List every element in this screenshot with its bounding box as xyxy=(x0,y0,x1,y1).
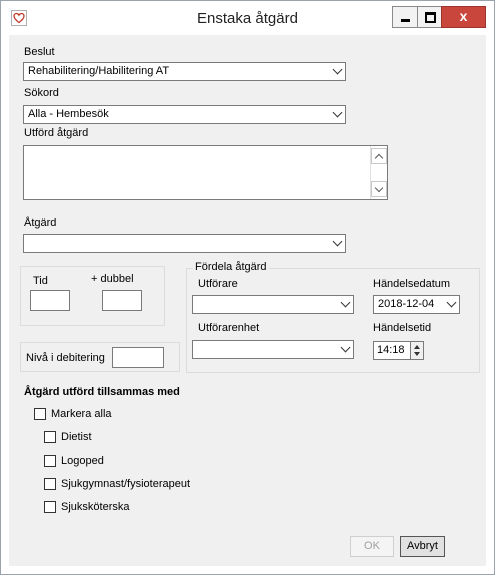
utford-atgard-label: Utförd åtgärd xyxy=(24,127,89,139)
niva-debitering-input[interactable] xyxy=(112,347,164,368)
dialog-window: Enstaka åtgärd x Beslut Rehabilitering/H… xyxy=(0,0,495,575)
utforare-select[interactable] xyxy=(192,295,354,314)
utforarenhet-select[interactable] xyxy=(192,340,354,359)
chevron-down-icon xyxy=(332,236,343,247)
beslut-label: Beslut xyxy=(24,46,55,58)
utforarenhet-label: Utförarenhet xyxy=(198,322,260,334)
handelsedatum-label: Händelsedatum xyxy=(373,278,451,290)
spin-up-icon xyxy=(414,345,420,349)
scroll-up-button[interactable] xyxy=(371,148,387,164)
chevron-down-icon xyxy=(446,297,457,308)
fordela-group-label: Fördela åtgärd xyxy=(193,261,269,273)
atgard-label: Åtgärd xyxy=(24,217,57,229)
handelsedatum-value: 2018-12-04 xyxy=(378,298,435,310)
close-icon: x xyxy=(459,8,468,24)
logoped-checkbox[interactable] xyxy=(44,455,56,467)
sjukgymnast-label: Sjukgymnast/fysioterapeut xyxy=(61,478,191,490)
mark-all-checkbox[interactable] xyxy=(34,408,46,420)
chevron-down-icon xyxy=(340,297,351,308)
utford-atgard-textarea[interactable] xyxy=(23,145,388,200)
minimize-button[interactable] xyxy=(392,6,419,28)
tid-input[interactable] xyxy=(30,290,70,311)
mark-all-label: Markera alla xyxy=(51,408,112,420)
beslut-select[interactable]: Rehabilitering/Habilitering AT xyxy=(23,62,346,81)
textarea-scrollbar[interactable] xyxy=(370,146,387,199)
tid-label: Tid xyxy=(33,275,48,287)
atgard-select[interactable] xyxy=(23,234,346,253)
handelsetid-spinner[interactable] xyxy=(410,341,424,360)
logoped-label: Logoped xyxy=(61,455,104,467)
together-heading: Åtgärd utförd tillsammas med xyxy=(24,386,180,398)
dietist-label: Dietist xyxy=(61,431,92,443)
utforare-label: Utförare xyxy=(198,278,238,290)
ok-button[interactable]: OK xyxy=(350,536,394,557)
cancel-button[interactable]: Avbryt xyxy=(400,536,445,557)
sjukskoterska-checkbox[interactable] xyxy=(44,501,56,513)
chevron-up-icon xyxy=(374,153,384,163)
scroll-down-button[interactable] xyxy=(371,181,387,197)
sokord-value: Alla - Hembesök xyxy=(28,108,109,120)
spin-down-icon xyxy=(414,352,420,356)
close-button[interactable]: x xyxy=(441,6,486,28)
dubbel-input[interactable] xyxy=(102,290,142,311)
chevron-down-icon xyxy=(340,342,351,353)
maximize-button[interactable] xyxy=(417,6,442,28)
sokord-select[interactable]: Alla - Hembesök xyxy=(23,105,346,124)
handelsetid-input[interactable]: 14:18 xyxy=(373,341,411,360)
sjukskoterska-label: Sjuksköterska xyxy=(61,501,130,513)
beslut-value: Rehabilitering/Habilitering AT xyxy=(28,65,170,77)
chevron-down-icon xyxy=(374,183,384,193)
chevron-down-icon xyxy=(332,107,343,118)
niva-debitering-label: Nivå i debitering xyxy=(26,352,105,364)
handelsetid-label: Händelsetid xyxy=(373,322,432,334)
dialog-content: Beslut Rehabilitering/Habilitering AT Sö… xyxy=(9,35,486,566)
dubbel-label: + dubbel xyxy=(91,273,134,285)
handelsetid-value: 14:18 xyxy=(377,344,405,356)
title-bar[interactable]: Enstaka åtgärd x xyxy=(1,1,494,35)
chevron-down-icon xyxy=(332,64,343,75)
sjukgymnast-checkbox[interactable] xyxy=(44,478,56,490)
sokord-label: Sökord xyxy=(24,87,59,99)
handelsedatum-picker[interactable]: 2018-12-04 xyxy=(373,295,460,314)
dietist-checkbox[interactable] xyxy=(44,431,56,443)
